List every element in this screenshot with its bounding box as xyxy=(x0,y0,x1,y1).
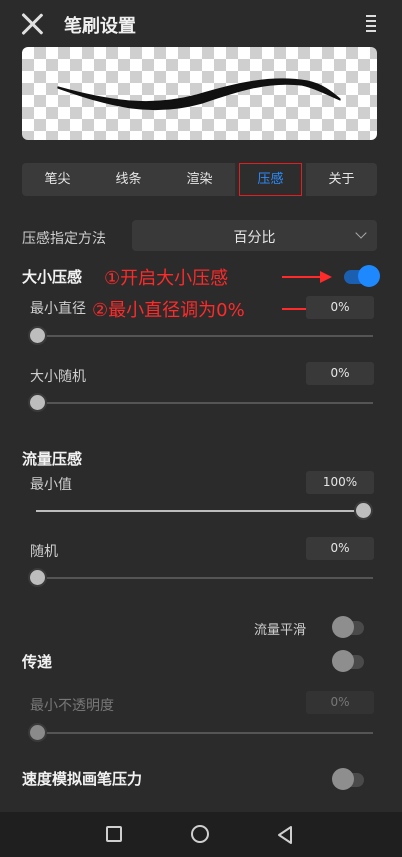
flow-pressure-title: 流量压感 xyxy=(22,450,83,468)
close-icon[interactable] xyxy=(20,12,44,36)
size-random-label: 大小随机 xyxy=(30,369,86,385)
tab-pressure[interactable]: 压感 xyxy=(235,163,306,196)
tab-about[interactable]: 关于 xyxy=(306,163,377,196)
pressure-method-dropdown[interactable]: 百分比 xyxy=(132,220,377,251)
min-diameter-slider[interactable] xyxy=(28,326,373,346)
min-value-slider[interactable] xyxy=(28,501,373,521)
min-diameter-value[interactable]: 0% xyxy=(306,296,374,319)
flow-random-value[interactable]: 0% xyxy=(306,537,374,560)
min-diameter-label: 最小直径 xyxy=(30,301,86,317)
slider-thumb[interactable] xyxy=(28,326,47,345)
min-opacity-slider xyxy=(28,723,373,743)
speed-sim-toggle[interactable] xyxy=(332,768,364,790)
flow-smooth-label: 流量平滑 xyxy=(254,623,307,638)
transfer-title: 传递 xyxy=(22,653,53,671)
tab-bar: 笔尖 线条 渲染 压感 关于 xyxy=(22,163,377,196)
slider-thumb[interactable] xyxy=(28,568,47,587)
speed-sim-title: 速度模拟画笔压力 xyxy=(22,770,143,788)
annotation-2: ②最小直径调为0% xyxy=(92,300,245,321)
min-value-label: 最小值 xyxy=(30,477,72,493)
recents-square-icon[interactable] xyxy=(106,826,122,842)
annotation-1: ①开启大小压感 xyxy=(104,268,229,289)
size-pressure-title: 大小压感 xyxy=(22,268,83,286)
highlight-box xyxy=(239,163,302,196)
tab-stroke[interactable]: 线条 xyxy=(93,163,164,196)
min-opacity-value: 0% xyxy=(306,691,374,714)
min-value-value[interactable]: 100% xyxy=(306,471,374,494)
size-pressure-toggle[interactable] xyxy=(344,265,380,287)
annotation-arrow-1 xyxy=(282,271,332,283)
slider-thumb[interactable] xyxy=(354,501,373,520)
page-title: 笔刷设置 xyxy=(64,16,136,37)
brush-preview xyxy=(22,47,377,140)
home-circle-icon[interactable] xyxy=(191,825,209,843)
flow-smooth-toggle[interactable] xyxy=(332,616,364,638)
size-random-slider[interactable] xyxy=(28,393,373,413)
back-triangle-icon[interactable] xyxy=(277,825,293,845)
min-opacity-label: 最小不透明度 xyxy=(30,698,114,714)
slider-thumb[interactable] xyxy=(28,393,47,412)
pressure-method-label: 压感指定方法 xyxy=(22,231,106,247)
brush-stroke xyxy=(57,78,341,111)
flow-random-label: 随机 xyxy=(30,544,58,560)
tab-brush-tip[interactable]: 笔尖 xyxy=(22,163,93,196)
menu-icon[interactable] xyxy=(366,15,378,33)
header: 笔刷设置 xyxy=(0,0,402,46)
transfer-toggle[interactable] xyxy=(332,650,364,672)
size-random-value[interactable]: 0% xyxy=(306,362,374,385)
flow-random-slider[interactable] xyxy=(28,568,373,588)
tab-render[interactable]: 渲染 xyxy=(164,163,235,196)
slider-thumb xyxy=(28,723,47,742)
pressure-method-value: 百分比 xyxy=(233,230,276,246)
system-nav-bar xyxy=(0,812,402,857)
